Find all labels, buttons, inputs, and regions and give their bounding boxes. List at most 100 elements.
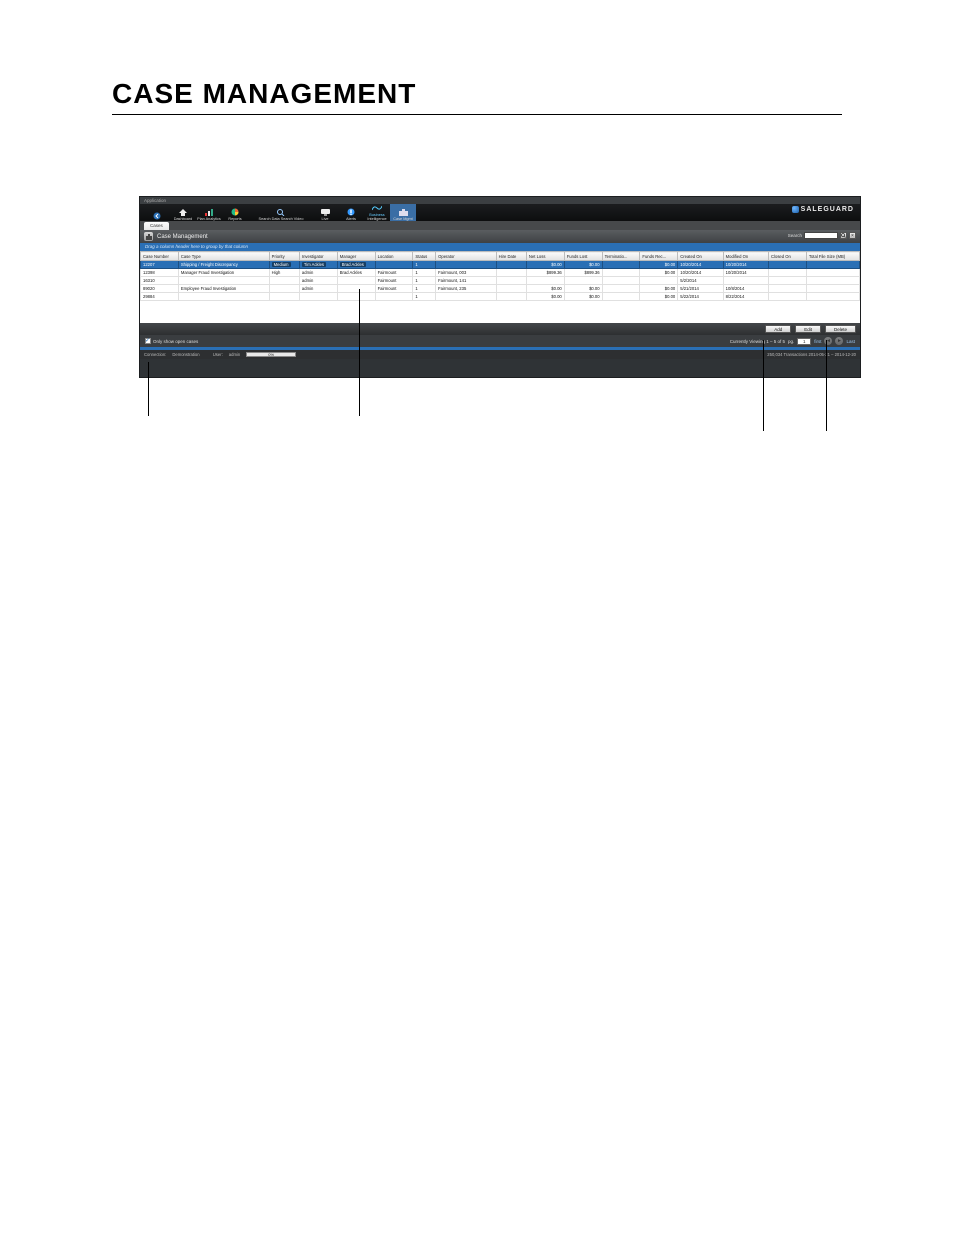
cell-priority [269, 293, 299, 301]
pager-first[interactable]: first [814, 339, 821, 344]
panel-header: Case Management Search × [140, 230, 860, 243]
col-case-number[interactable]: Case Number [141, 252, 179, 261]
col-file-size[interactable]: Total File Size (MB) [806, 252, 859, 261]
cell-operator: Fairmount, 235 [436, 285, 497, 293]
shield-icon [792, 206, 799, 213]
cell-termination [602, 293, 640, 301]
add-button[interactable]: Add [765, 325, 791, 333]
pager-summary: Currently Viewing 1 – 5 of 5 [730, 339, 785, 344]
search-clear-button[interactable]: × [849, 232, 856, 239]
cell-created_on: 5/22/2014 [678, 293, 723, 301]
cell-location: Fairmount [375, 285, 413, 293]
search-label: Search [788, 233, 802, 238]
search-input[interactable] [804, 232, 838, 239]
table-header-row: Case Number Case Type Priority Investiga… [141, 252, 860, 261]
col-case-type[interactable]: Case Type [178, 252, 269, 261]
cell-case_type: Shipping / Freight Discrepancy [178, 261, 269, 269]
cell-file_size [806, 293, 859, 301]
edit-button[interactable]: Edit [795, 325, 821, 333]
col-investigator[interactable]: Investigator [299, 252, 337, 261]
status-user-label: User: [213, 352, 223, 357]
cell-funds_rec [640, 277, 678, 285]
table-row[interactable]: 12398Manager Fraud InvestigationHighadmi… [141, 269, 860, 277]
col-closed-on[interactable]: Closed On [769, 252, 807, 261]
cell-case_number: 12398 [141, 269, 179, 277]
status-progress-bar: 0% [246, 352, 296, 357]
cell-manager [337, 293, 375, 301]
col-created-on[interactable]: Created On [678, 252, 723, 261]
col-operator[interactable]: Operator [436, 252, 497, 261]
col-hire-date[interactable]: Hire Date [496, 252, 526, 261]
back-arrow-icon [152, 212, 162, 220]
cell-location: Fairmount [375, 269, 413, 277]
status-transactions: 250,034 Transactions 2014-05-21 – 2014-1… [767, 352, 856, 357]
status-progress-pct: 0% [268, 353, 274, 357]
cell-termination [602, 269, 640, 277]
cell-priority [269, 277, 299, 285]
nav-divider-1 [248, 204, 256, 221]
col-status[interactable]: Status [413, 252, 436, 261]
open-cases-checkbox[interactable]: Only show open cases [145, 338, 198, 344]
nav-live[interactable]: Live [312, 204, 338, 221]
col-modified-on[interactable]: Modified On [723, 252, 768, 261]
cell-created_on: 5/21/2014 [678, 285, 723, 293]
cell-closed_on [769, 285, 807, 293]
tab-cases[interactable]: Cases [144, 222, 169, 230]
status-user-value: admin [229, 352, 240, 357]
cell-status: 1 [413, 277, 436, 285]
table-row[interactable]: 12207Shipping / Freight DiscrepancyMediu… [141, 261, 860, 269]
col-funds-lost[interactable]: Funds Lost [564, 252, 602, 261]
search-icon [841, 233, 846, 238]
search-submit-button[interactable] [840, 232, 847, 239]
cell-closed_on [769, 277, 807, 285]
table-row[interactable]: 298841$0.00$0.00$0.005/22/20148/22/2014 [141, 293, 860, 301]
monitor-icon [320, 208, 330, 216]
grouping-hint[interactable]: Drag a column header here to group by th… [140, 243, 860, 251]
nav-search-data-video[interactable]: Search Data Search Video [256, 204, 306, 221]
cell-file_size [806, 277, 859, 285]
cell-manager: Brad Ackles [337, 269, 375, 277]
table-row[interactable]: 16310adminFairmount1Fairmount, 1415/2/20… [141, 277, 860, 285]
page-title: CASE MANAGEMENT [112, 78, 842, 110]
cell-created_on: 10/20/2014 [678, 269, 723, 277]
table-row[interactable]: 89020Employee Fraud InvestigationadminFa… [141, 285, 860, 293]
cell-priority: Medium [269, 261, 299, 269]
checkbox-icon [145, 338, 151, 344]
cell-net_loss: $0.00 [526, 261, 564, 269]
cases-table: Case Number Case Type Priority Investiga… [140, 251, 860, 301]
briefcase-icon [398, 208, 408, 216]
pager-page-input[interactable]: 1 [797, 338, 811, 345]
cell-file_size [806, 269, 859, 277]
pager-next[interactable]: ► [835, 337, 843, 345]
case-panel-icon [144, 232, 153, 241]
cell-priority [269, 285, 299, 293]
annotation-line-1 [148, 362, 149, 416]
cell-modified_on [723, 277, 768, 285]
col-net-loss[interactable]: Net Loss [526, 252, 564, 261]
nav-dashboard[interactable]: Dashboard [170, 204, 196, 221]
col-priority[interactable]: Priority [269, 252, 299, 261]
nav-reports[interactable]: Reports [222, 204, 248, 221]
col-funds-rec[interactable]: Funds Rec... [640, 252, 678, 261]
cell-case_number: 12207 [141, 261, 179, 269]
cell-investigator: admin [299, 285, 337, 293]
cell-operator [436, 261, 497, 269]
nav-plan-analytics[interactable]: Plan Analytics [196, 204, 222, 221]
annotation-line-3 [763, 340, 764, 431]
col-manager[interactable]: Manager [337, 252, 375, 261]
pager-last[interactable]: Last [846, 339, 855, 344]
cell-hire_date [496, 269, 526, 277]
col-termination[interactable]: Terminatio... [602, 252, 640, 261]
cell-location [375, 293, 413, 301]
cell-operator: Fairmount, 141 [436, 277, 497, 285]
back-button[interactable] [144, 204, 170, 221]
nav-intelligence[interactable]: BusinessIntelligence [364, 204, 390, 221]
nav-case-mgmt[interactable]: Case Mgmt [390, 204, 416, 221]
cell-investigator: admin [299, 269, 337, 277]
cell-hire_date [496, 285, 526, 293]
delete-button[interactable]: Delete [825, 325, 856, 333]
cell-operator: Fairmount, 003 [436, 269, 497, 277]
col-location[interactable]: Location [375, 252, 413, 261]
nav-alerts[interactable]: Alerts [338, 204, 364, 221]
cell-case_type [178, 277, 269, 285]
